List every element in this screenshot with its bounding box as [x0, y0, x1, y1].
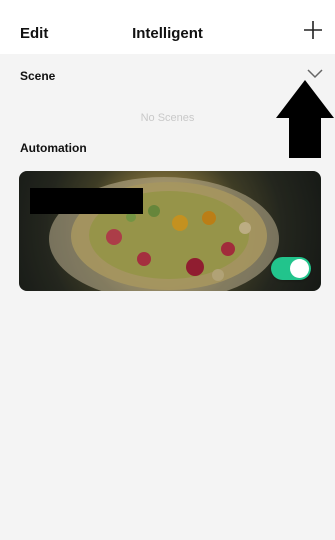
arrow-up-icon	[276, 80, 334, 158]
page-title: Intelligent	[132, 25, 203, 42]
automation-toggle[interactable]	[271, 257, 311, 280]
redacted-automation-name	[30, 188, 143, 214]
scene-section-label: Scene	[20, 69, 56, 83]
automation-section-label: Automation	[20, 141, 87, 155]
plus-icon[interactable]	[301, 18, 325, 42]
chevron-down-icon[interactable]	[306, 68, 324, 80]
top-bar: Edit Intelligent	[0, 0, 335, 54]
toggle-knob	[290, 259, 309, 278]
